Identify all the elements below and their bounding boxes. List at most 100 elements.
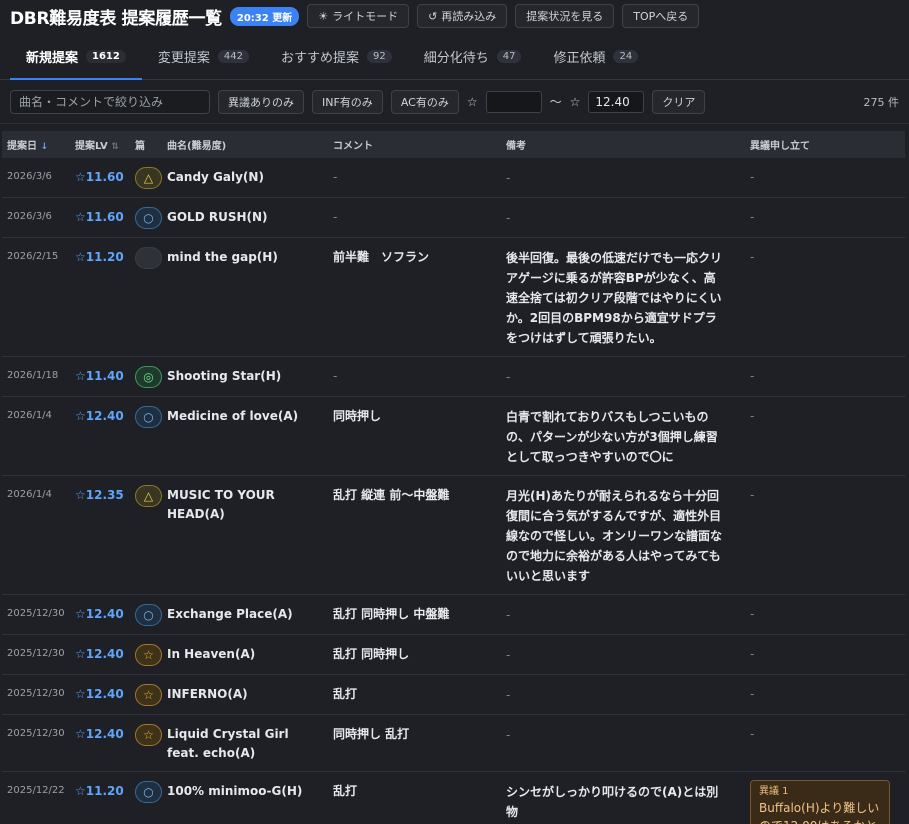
objection-cell: - <box>745 158 905 198</box>
tab-recommended[interactable]: おすすめ提案 92 <box>265 34 408 79</box>
reload-label: 再読み込み <box>441 10 497 23</box>
proposal-level: ☆11.20 <box>70 237 130 357</box>
objection-value: - <box>750 250 755 264</box>
sun-icon: ☀ <box>318 9 329 23</box>
remark: 白青で割れておりバスもしつこいものの、パターンが少ない方が3個押し練習として取っ… <box>501 396 745 476</box>
song-name: mind the gap(H) <box>162 237 328 357</box>
star-icon: ☆ <box>569 94 581 109</box>
tab-label: 新規提案 <box>26 51 79 66</box>
header-objection: 異議申し立て <box>750 141 810 152</box>
sort-icon: ⇅ <box>111 142 119 152</box>
song-name: Candy Galy(N) <box>162 158 328 198</box>
light-mode-button[interactable]: ☀ ライトモード <box>307 4 410 28</box>
comment: - <box>328 356 501 397</box>
status-cell: ☆ <box>130 634 162 675</box>
objection-title: 異議 1 <box>759 786 789 797</box>
result-count: 275 件 <box>863 95 900 109</box>
tab-count: 1612 <box>86 50 126 63</box>
proposal-date: 2025/12/30 <box>2 714 70 772</box>
proposal-level: ☆11.60 <box>70 197 130 238</box>
tab-label: 修正依頼 <box>553 51 606 66</box>
status-cell: ☆ <box>130 674 162 715</box>
remark: シンセがしっかり叩けるので(A)とは別物 <box>501 771 745 824</box>
status-cell: ○ <box>130 771 162 824</box>
objection-value: - <box>750 170 755 184</box>
circle-icon: ○ <box>135 207 162 229</box>
objection-only-button[interactable]: 異議ありのみ <box>218 89 304 114</box>
proposal-level: ☆11.60 <box>70 158 130 198</box>
proposal-table: 提案日 ↓ 提案LV ⇅ 篇 曲名(難易度) コメント 備考 異議申し立て 20… <box>2 131 905 824</box>
proposal-level: ☆12.40 <box>70 396 130 476</box>
ac-only-button[interactable]: AC有のみ <box>390 89 459 114</box>
view-status-button[interactable]: 提案状況を見る <box>515 4 615 28</box>
song-name: Shooting Star(H) <box>162 356 328 397</box>
objection-cell: - <box>745 475 905 595</box>
proposal-date: 2025/12/30 <box>2 594 70 635</box>
tab-label: おすすめ提案 <box>280 51 359 66</box>
song-name: INFERNO(A) <box>162 674 328 715</box>
page-title: DBR難易度表 提案履歴一覧 <box>10 8 222 29</box>
proposal-level: ☆12.35 <box>70 475 130 595</box>
status-cell: ○ <box>130 396 162 476</box>
comment: - <box>328 158 501 198</box>
tab-subdivision-pending[interactable]: 細分化待ち 47 <box>408 34 538 79</box>
search-input[interactable] <box>10 89 210 114</box>
tab-new-proposals[interactable]: 新規提案 1612 <box>10 34 142 80</box>
header-song: 曲名(難易度) <box>167 141 227 152</box>
proposal-date: 2026/1/18 <box>2 356 70 397</box>
objection-value: - <box>750 409 755 423</box>
table-row: 2026/3/6 ☆11.60 △ Candy Galy(N) - - - <box>2 158 905 198</box>
tab-bar: 新規提案 1612 変更提案 442 おすすめ提案 92 細分化待ち 47 修正… <box>0 34 909 80</box>
proposal-date: 2026/3/6 <box>2 158 70 198</box>
tab-fix-requests[interactable]: 修正依頼 24 <box>537 34 654 79</box>
status-cell <box>130 237 162 357</box>
objection-cell: - <box>745 674 905 715</box>
objection-cell: - <box>745 594 905 635</box>
range-separator: 〜 <box>549 95 562 109</box>
table-row: 2026/2/15 ☆11.20 mind the gap(H) 前半難 ソフラン 後半… <box>2 237 905 357</box>
objection-cell: - <box>745 237 905 357</box>
back-top-button[interactable]: TOPへ戻る <box>622 4 700 28</box>
tab-count: 24 <box>613 50 639 63</box>
star-icon: ☆ <box>135 644 162 666</box>
proposal-date: 2026/1/4 <box>2 396 70 476</box>
header-comment: コメント <box>333 141 373 152</box>
header-lv[interactable]: 提案LV ⇅ <box>70 131 130 158</box>
lv-min-input[interactable] <box>485 90 542 113</box>
proposal-level: ☆11.20 <box>70 771 130 824</box>
status-cell: ◎ <box>130 356 162 397</box>
comment: 乱打 同時押し <box>328 634 501 675</box>
status-cell: ☆ <box>130 714 162 772</box>
tab-count: 47 <box>496 50 522 63</box>
table-row: 2026/1/18 ☆11.40 ◎ Shooting Star(H) - - - <box>2 356 905 397</box>
objection-value: - <box>750 210 755 224</box>
proposal-level: ☆12.40 <box>70 714 130 772</box>
song-name: In Heaven(A) <box>162 634 328 675</box>
tab-change-proposals[interactable]: 変更提案 442 <box>142 34 265 79</box>
light-mode-label: ライトモード <box>332 10 399 23</box>
objection-value: - <box>750 727 755 741</box>
star-icon: ☆ <box>466 94 478 109</box>
comment: 乱打 縦連 前〜中盤難 <box>328 475 501 595</box>
remark: - <box>501 674 745 715</box>
objection-card[interactable]: 異議 1 Buffalo(H)より難しいので12.00はあるかと <box>750 780 890 824</box>
objection-cell: - <box>745 714 905 772</box>
refresh-icon: ↺ <box>428 9 438 23</box>
proposal-level: ☆11.40 <box>70 356 130 397</box>
filter-bar: 異議ありのみ INF有のみ AC有のみ ☆ 〜 ☆ クリア 275 件 <box>0 80 909 124</box>
proposal-date: 2025/12/30 <box>2 634 70 675</box>
table-row: 2025/12/22 ☆11.20 ○ 100% minimoo-G(H) 乱打 シンセが… <box>2 771 905 824</box>
header-icon: 篇 <box>135 141 145 152</box>
clear-button[interactable]: クリア <box>652 89 706 114</box>
inf-only-button[interactable]: INF有のみ <box>312 89 383 114</box>
reload-button[interactable]: ↺ 再読み込み <box>417 4 508 28</box>
proposal-date: 2026/3/6 <box>2 197 70 238</box>
objection-text: Buffalo(H)より難しいので12.00はあるかと <box>759 801 880 824</box>
objection-value: - <box>750 647 755 661</box>
objection-value: - <box>750 369 755 383</box>
triangle-icon: △ <box>135 485 162 507</box>
objection-cell: - <box>745 396 905 476</box>
remark: 月光(H)あたりが耐えられるなら十分回復間に合う気がするんですが、適性外目線なの… <box>501 475 745 595</box>
header-date[interactable]: 提案日 ↓ <box>2 131 70 158</box>
lv-max-input[interactable] <box>588 90 645 113</box>
